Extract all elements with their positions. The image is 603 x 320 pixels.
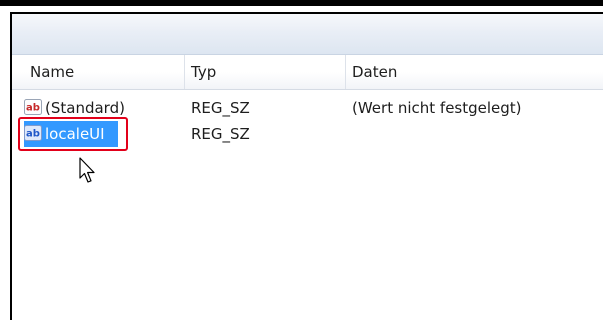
annotation-highlight-box: [18, 117, 128, 151]
column-header-data[interactable]: Daten: [346, 55, 596, 89]
values-list-view[interactable]: Name Typ Daten ab (Standard) REG_SZ (Wer…: [12, 55, 603, 320]
value-type: REG_SZ: [191, 99, 250, 117]
value-type: REG_SZ: [191, 125, 250, 143]
string-value-icon: ab: [24, 99, 42, 115]
registry-editor-window: Name Typ Daten ab (Standard) REG_SZ (Wer…: [10, 12, 603, 320]
value-data: (Wert nicht festgelegt): [352, 99, 522, 117]
toolbar-area: [12, 14, 603, 55]
mouse-cursor-icon: [79, 157, 95, 183]
column-header-name[interactable]: Name: [24, 55, 184, 89]
svg-text:ab: ab: [26, 103, 40, 114]
list-header: Name Typ Daten: [12, 55, 603, 90]
column-header-type[interactable]: Typ: [185, 55, 345, 89]
